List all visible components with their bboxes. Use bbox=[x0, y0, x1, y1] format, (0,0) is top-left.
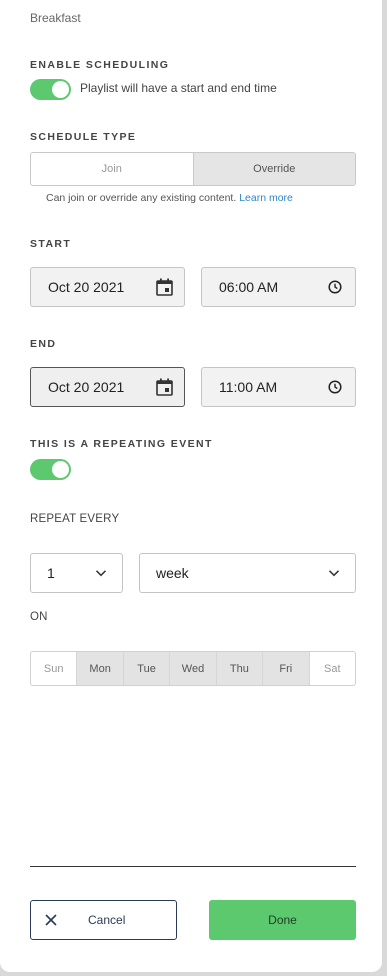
start-date-value: Oct 20 2021 bbox=[48, 279, 125, 295]
repeat-every-label: REPEAT EVERY bbox=[30, 513, 120, 525]
cancel-label: Cancel bbox=[88, 913, 126, 927]
day-wed[interactable]: Wed bbox=[169, 652, 216, 685]
chevron-down-icon bbox=[95, 570, 107, 577]
end-label: END bbox=[30, 338, 57, 350]
schedule-type-help: Can join or override any existing conten… bbox=[46, 192, 293, 204]
day-mon[interactable]: Mon bbox=[76, 652, 123, 685]
calendar-icon[interactable] bbox=[154, 377, 174, 397]
end-date-field[interactable]: Oct 20 2021 bbox=[30, 367, 185, 407]
schedule-type-label: SCHEDULE TYPE bbox=[30, 131, 137, 143]
repeat-unit-select[interactable]: week bbox=[139, 553, 356, 593]
done-button[interactable]: Done bbox=[209, 900, 356, 940]
repeat-interval-value: 1 bbox=[47, 565, 55, 581]
enable-scheduling-toggle[interactable] bbox=[30, 79, 71, 100]
toggle-knob bbox=[52, 461, 69, 478]
weekday-selector: Sun Mon Tue Wed Thu Fri Sat bbox=[30, 651, 356, 686]
repeat-interval-select[interactable]: 1 bbox=[30, 553, 123, 593]
repeating-event-label: THIS IS A REPEATING EVENT bbox=[30, 438, 213, 450]
day-thu[interactable]: Thu bbox=[215, 652, 263, 685]
day-fri[interactable]: Fri bbox=[262, 652, 309, 685]
cancel-button[interactable]: Cancel bbox=[30, 900, 177, 940]
learn-more-link[interactable]: Learn more bbox=[239, 192, 293, 204]
schedule-panel: Breakfast ENABLE SCHEDULING Playlist wil… bbox=[0, 0, 382, 972]
start-time-value: 06:00 AM bbox=[219, 279, 279, 295]
footer-divider bbox=[30, 866, 356, 867]
schedule-type-join[interactable]: Join bbox=[31, 153, 193, 185]
end-time-value: 11:00 AM bbox=[219, 379, 278, 395]
day-sat[interactable]: Sat bbox=[308, 652, 355, 685]
repeating-event-toggle[interactable] bbox=[30, 459, 71, 480]
day-tue[interactable]: Tue bbox=[122, 652, 170, 685]
help-text: Can join or override any existing conten… bbox=[46, 192, 237, 204]
repeat-on-label: ON bbox=[30, 611, 48, 623]
start-time-field[interactable]: 06:00 AM bbox=[201, 267, 356, 307]
schedule-type-override[interactable]: Override bbox=[192, 153, 355, 185]
close-icon bbox=[45, 914, 57, 926]
calendar-icon[interactable] bbox=[154, 277, 174, 297]
done-label: Done bbox=[268, 913, 297, 927]
start-label: START bbox=[30, 238, 72, 250]
clock-icon[interactable] bbox=[325, 277, 345, 297]
start-date-field[interactable]: Oct 20 2021 bbox=[30, 267, 185, 307]
chevron-down-icon bbox=[328, 570, 340, 577]
enable-scheduling-label: ENABLE SCHEDULING bbox=[30, 59, 170, 71]
clock-icon[interactable] bbox=[325, 377, 345, 397]
enable-scheduling-description: Playlist will have a start and end time bbox=[80, 81, 277, 95]
day-sun[interactable]: Sun bbox=[31, 652, 76, 685]
repeat-unit-value: week bbox=[156, 565, 189, 581]
playlist-name: Breakfast bbox=[30, 11, 81, 25]
end-time-field[interactable]: 11:00 AM bbox=[201, 367, 356, 407]
schedule-type-selector: Join Override bbox=[30, 152, 356, 186]
end-date-value: Oct 20 2021 bbox=[48, 379, 125, 395]
toggle-knob bbox=[52, 81, 69, 98]
